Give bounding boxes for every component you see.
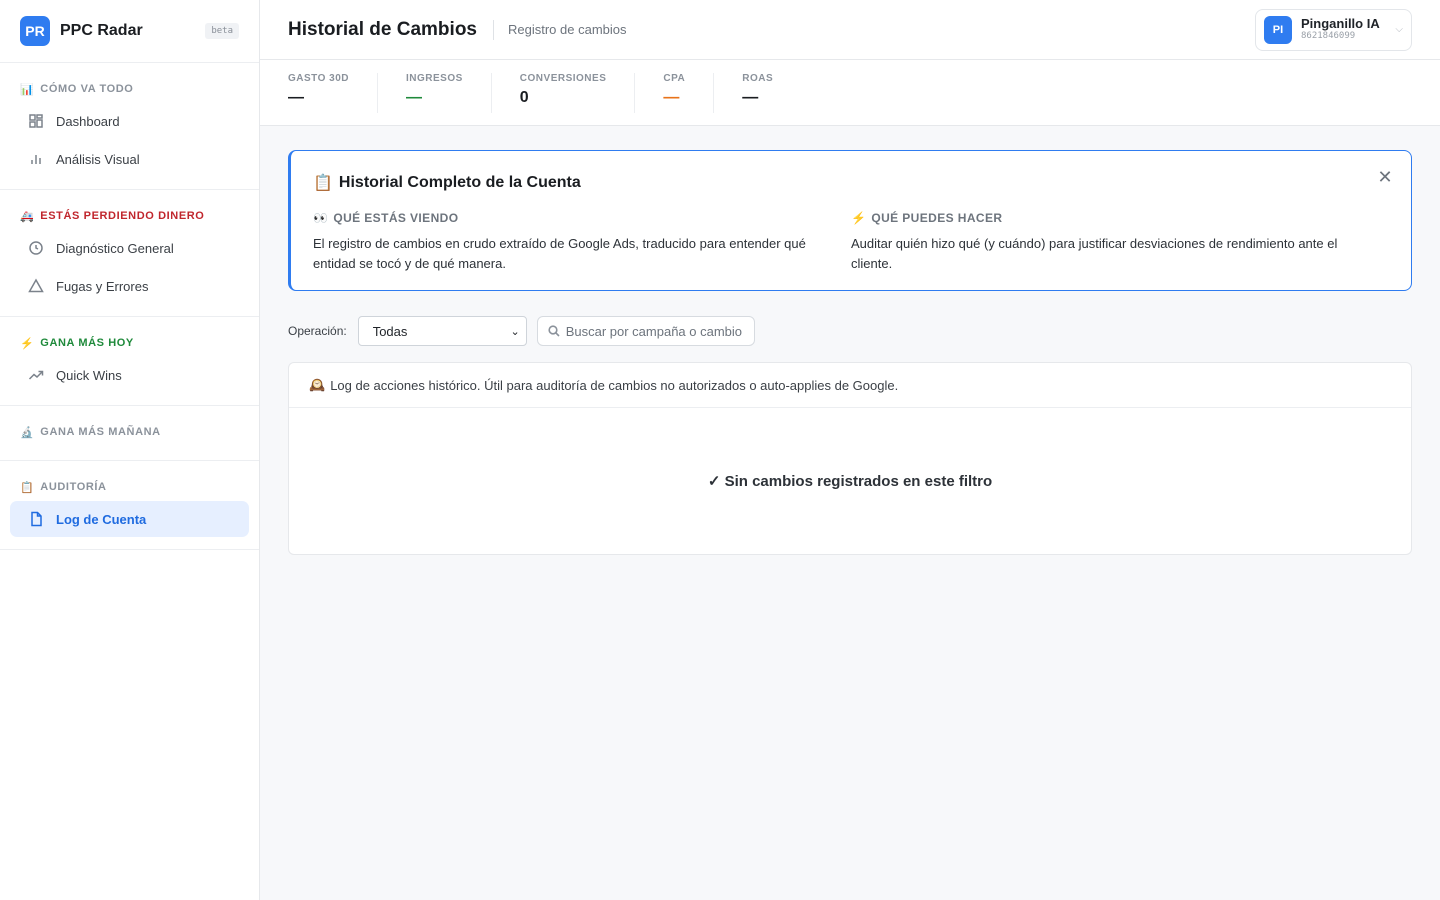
search-icon — [548, 325, 560, 337]
sidebar-item-analisis-visual[interactable]: Análisis Visual — [10, 141, 249, 177]
sidebar-item-diagnostico-general[interactable]: Diagnóstico General — [10, 230, 249, 266]
metric-label: ROAS — [742, 73, 774, 84]
metric-gasto: Gasto 30D — — [288, 73, 378, 113]
search-box[interactable] — [536, 316, 755, 346]
metric-cpa: CPA — — [663, 73, 715, 113]
metric-conversiones: Conversiones 0 — [520, 73, 636, 113]
nav-heading-gana-mas-manana[interactable]: 🔬 Gana más mañana — [10, 424, 249, 440]
sidebar-item-dashboard[interactable]: Dashboard — [10, 103, 249, 139]
info-card: 📋 Historial Completo de la Cuenta ✕ 👀 Qu… — [288, 150, 1412, 291]
sidebar-item-label: Diagnóstico General — [56, 240, 174, 256]
clock-icon — [29, 241, 43, 255]
chevron-down-icon: ⌵ — [1395, 24, 1403, 35]
lightning-icon: ⚡ — [851, 211, 867, 225]
operation-select-value: Todas — [372, 323, 408, 339]
info-col-text: Auditar quién hizo qué (y cuándo) para j… — [851, 236, 1338, 271]
info-col-text: El registro de cambios en crudo extraído… — [313, 236, 806, 271]
metric-label: CPA — [663, 73, 686, 84]
metrics-bar: Gasto 30D — Ingresos — Conversiones 0 CP… — [260, 60, 1440, 126]
ambulance-icon: 🚑 — [20, 210, 35, 223]
brand-name[interactable]: PPC Radar — [60, 22, 143, 40]
info-col-heading: 👀 Qué estás viendo — [313, 211, 459, 225]
sidebar-item-label: Fugas y Errores — [56, 278, 149, 294]
metric-value: — — [663, 89, 680, 106]
sidebar-item-label: Análisis Visual — [56, 151, 140, 167]
info-col-hacer: ⚡ Qué puedes hacer Auditar quién hizo qu… — [851, 211, 1389, 274]
clipboard-icon: 📋 — [313, 175, 333, 192]
nav-section-auditoria: 📋 Auditoría Log de Cuenta — [0, 461, 259, 550]
account-name: Pinganillo IA — [1301, 15, 1380, 31]
sidebar-item-log-de-cuenta[interactable]: Log de Cuenta — [10, 501, 249, 537]
main-content: 📋 Historial Completo de la Cuenta ✕ 👀 Qu… — [288, 150, 1412, 555]
eyes-icon: 👀 — [313, 211, 329, 225]
account-switcher[interactable]: PI Pinganillo IA 8621846099 ⌵ — [1255, 8, 1412, 51]
metric-value: — — [742, 89, 759, 106]
nav-heading-como-va-todo: 📊 Cómo va todo — [20, 83, 134, 96]
sidebar-item-label: Quick Wins — [56, 367, 122, 383]
operation-select[interactable]: Todas ⌄ — [357, 316, 527, 346]
brand-logo[interactable]: PR — [20, 16, 50, 46]
warning-triangle-icon — [28, 278, 44, 293]
metric-label: Conversiones — [519, 73, 607, 84]
metric-label: Gasto 30D — [288, 73, 349, 84]
nav-heading-perdiendo-dinero: 🚑 Estás perdiendo dinero — [20, 210, 205, 223]
nav-heading-gana-mas-hoy: ⚡ Gana más hoy — [20, 337, 134, 350]
close-icon[interactable]: ✕ — [1375, 167, 1395, 187]
sidebar-item-quick-wins[interactable]: Quick Wins — [10, 357, 249, 393]
nav-section-gana-mas-manana: 🔬 Gana más mañana — [0, 406, 259, 461]
grid-icon — [29, 114, 43, 128]
sidebar-item-label: Dashboard — [56, 113, 120, 129]
nav-section-gana-mas-hoy: ⚡ Gana más hoy Quick Wins — [0, 317, 259, 406]
metric-label: Ingresos — [406, 73, 463, 84]
metric-value: — — [288, 89, 304, 106]
beta-badge: beta — [205, 23, 239, 39]
chevron-down-icon: ⌄ — [510, 325, 520, 338]
trending-up-icon — [28, 370, 44, 380]
avatar: PI — [1264, 15, 1292, 44]
top-header: Historial de Cambios Registro de cambios… — [260, 0, 1440, 60]
bar-chart-icon — [31, 155, 41, 164]
log-note: 🕰️ Log de acciones histórico. Útil para … — [289, 363, 1411, 408]
nav-section-perdiendo-dinero: 🚑 Estás perdiendo dinero Diagnóstico Gen… — [0, 190, 259, 317]
search-input[interactable] — [565, 323, 744, 339]
title-divider — [493, 19, 494, 40]
lightning-icon: ⚡ — [20, 337, 35, 350]
filter-bar: Operación: Todas ⌄ — [288, 316, 1412, 346]
metric-value: — — [406, 89, 422, 106]
page-title: Historial de Cambios — [288, 18, 477, 40]
log-card: 🕰️ Log de acciones histórico. Útil para … — [288, 362, 1412, 555]
sidebar: PR PPC Radar beta 📊 Cómo va todo Dashboa… — [0, 0, 260, 900]
metric-roas: ROAS — — [742, 73, 801, 113]
account-id: 8621846099 — [1301, 31, 1356, 42]
nav-heading-auditoria: 📋 Auditoría — [20, 481, 107, 494]
brand: PR PPC Radar beta — [0, 0, 259, 63]
info-card-title: 📋 Historial Completo de la Cuenta — [313, 174, 581, 192]
nav-section-como-va-todo: 📊 Cómo va todo Dashboard Análisis Visual — [0, 63, 259, 190]
metric-ingresos: Ingresos — — [406, 73, 492, 113]
sidebar-item-label: Log de Cuenta — [56, 511, 147, 527]
info-col-heading: ⚡ Qué puedes hacer — [851, 211, 1003, 225]
operation-label: Operación: — [288, 324, 347, 338]
clipboard-icon: 📋 — [20, 481, 35, 494]
chart-icon: 📊 — [20, 83, 35, 96]
info-col-viendo: 👀 Qué estás viendo El registro de cambio… — [313, 211, 851, 274]
metric-value: 0 — [519, 89, 529, 106]
mantel-clock-icon: 🕰️ — [309, 377, 326, 392]
sidebar-item-fugas-errores[interactable]: Fugas y Errores — [10, 268, 249, 304]
empty-state: ✓ Sin cambios registrados en este filtro — [707, 473, 993, 490]
microscope-icon: 🔬 — [20, 426, 35, 439]
file-icon — [31, 511, 42, 527]
page-subtitle: Registro de cambios — [508, 22, 627, 37]
